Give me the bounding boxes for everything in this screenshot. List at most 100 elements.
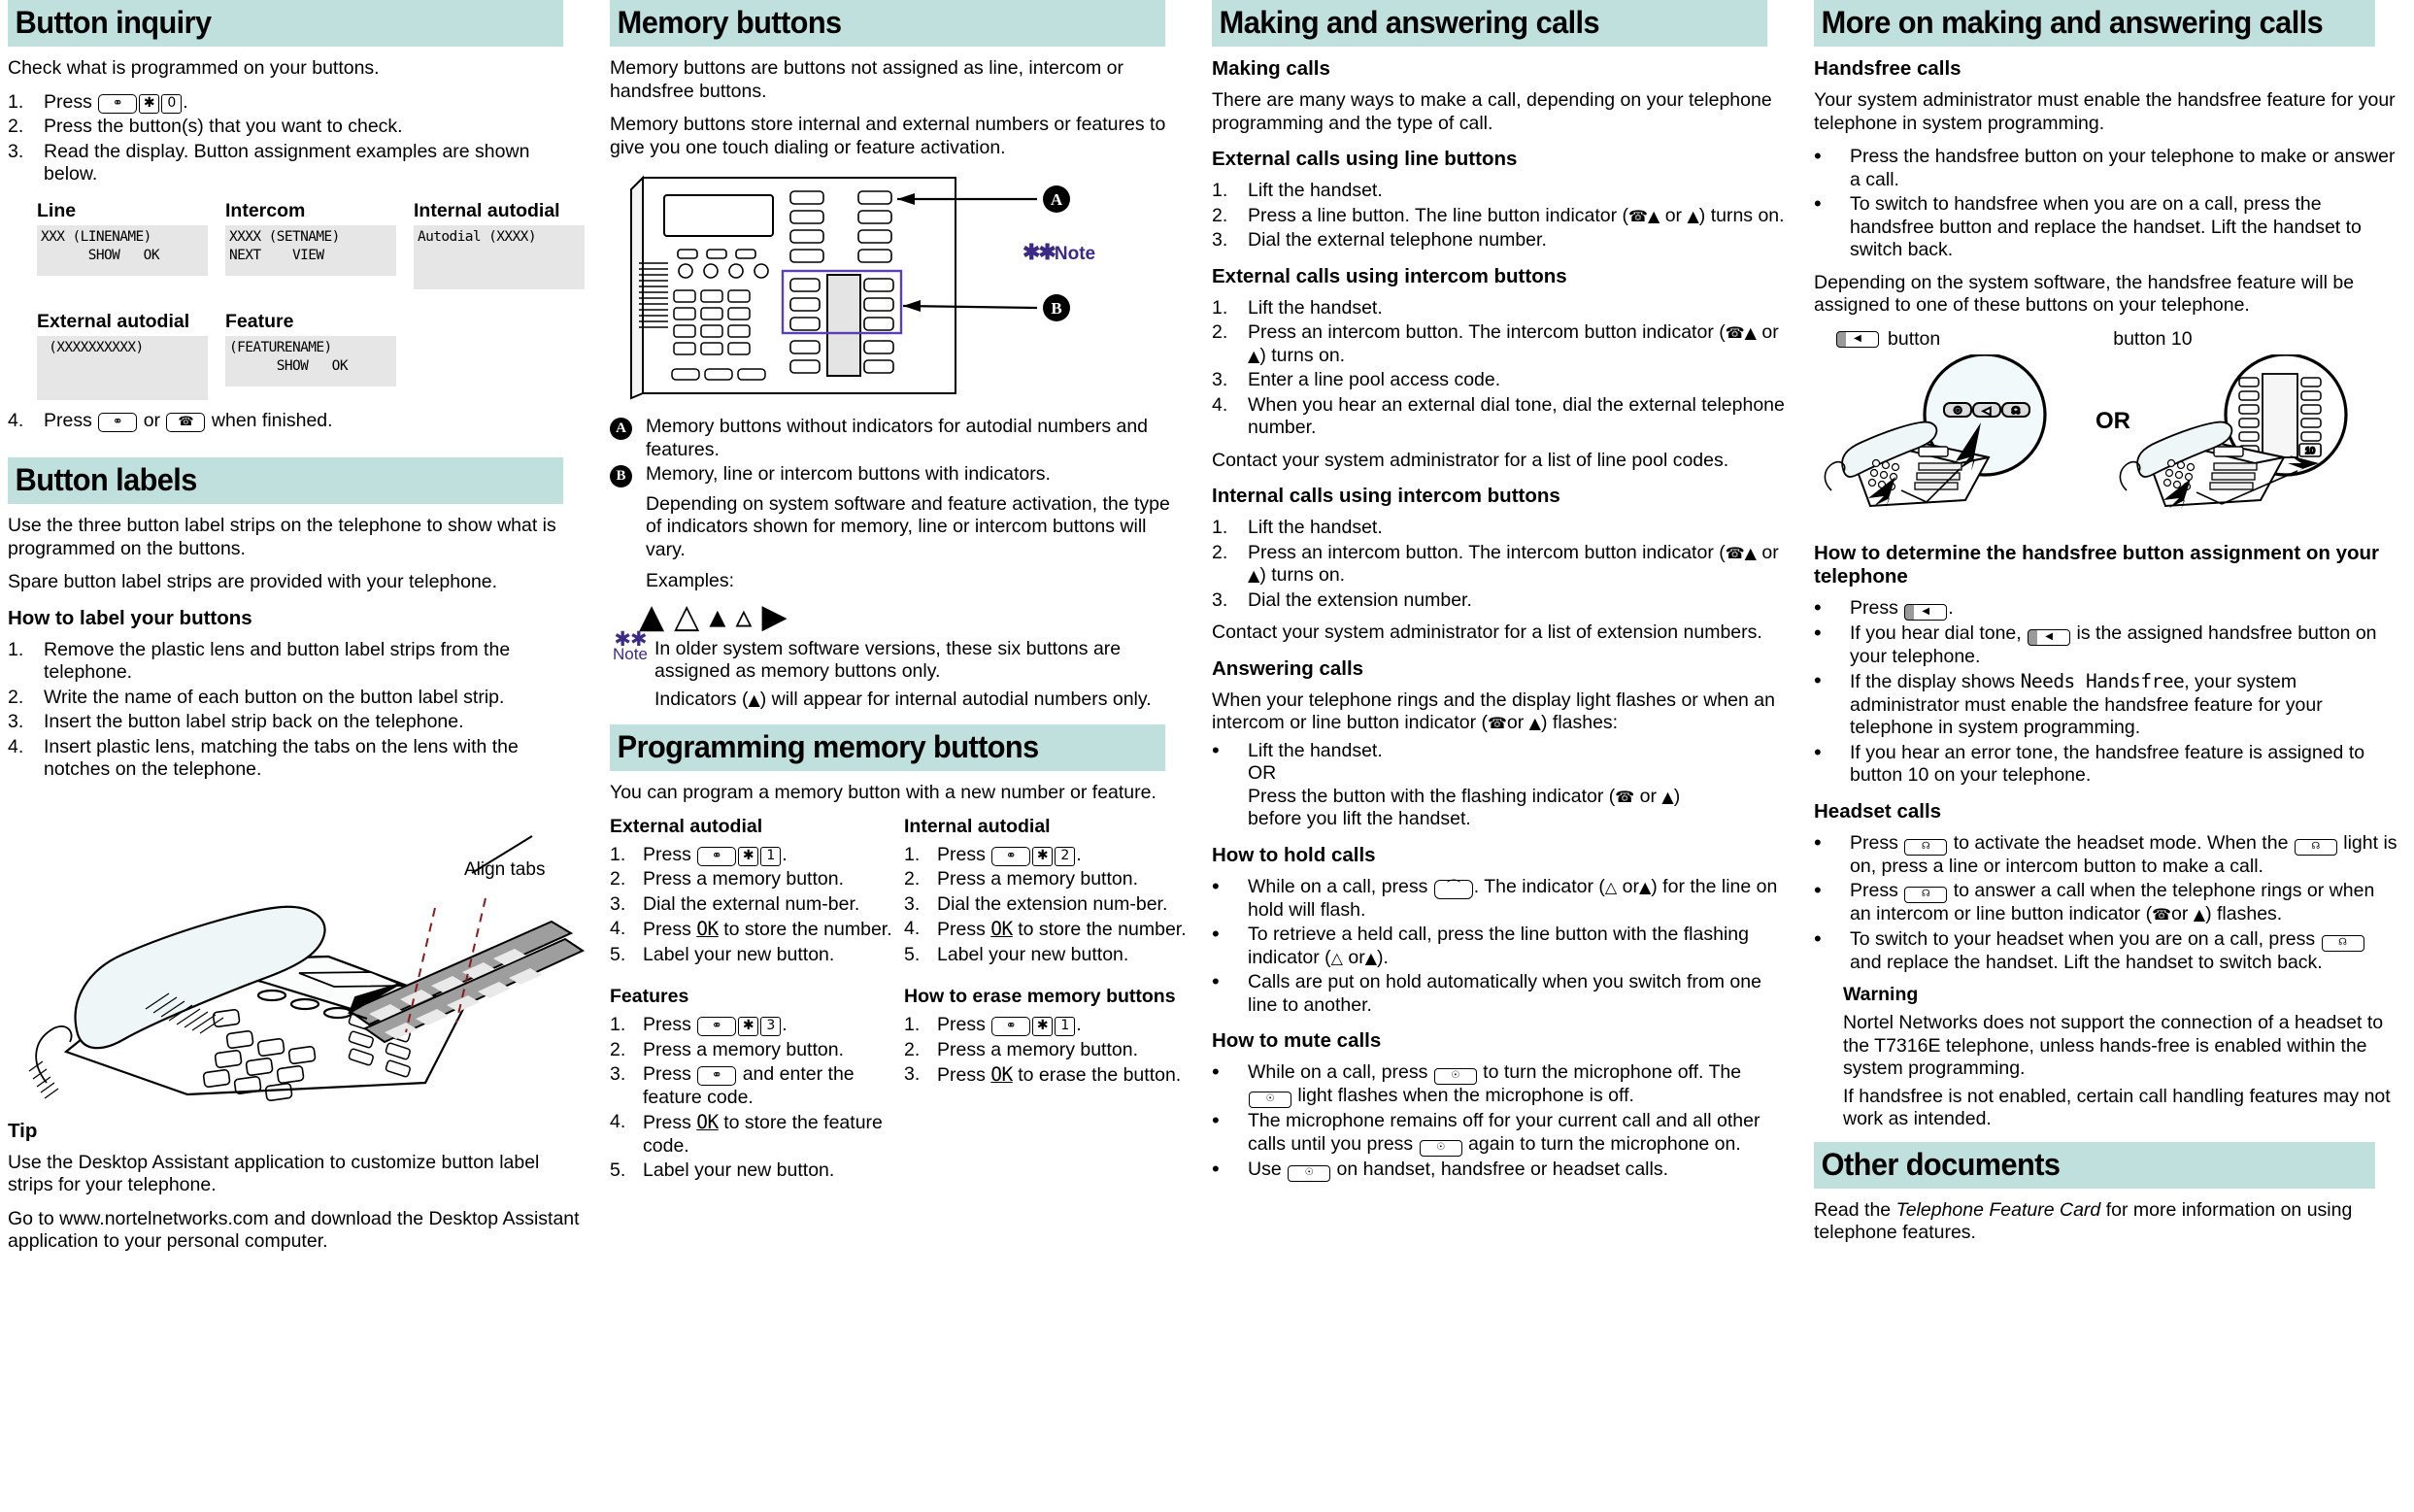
display-text-needs-handsfree: Needs Handsfree	[2020, 670, 2185, 692]
list-item: 1. Remove the plastic lens and button lab…	[8, 639, 587, 685]
section-heading-programming-memory-buttons: Programming memory buttons	[610, 724, 1166, 771]
star-key-icon: ✱	[1032, 1017, 1054, 1036]
indicator-hold-icon: △	[674, 596, 710, 636]
list-item: 3. Read the display. Button assignment e…	[8, 141, 587, 186]
step-tail: ) turns on.	[1259, 564, 1346, 586]
list-item: 2. Press an intercom button. The intercom…	[1212, 321, 1791, 367]
indicator-ring-icon: ☎	[2152, 905, 2172, 924]
indicator-ring-icon: ▴	[709, 596, 736, 636]
list-item: 3. Press OK to erase the button.	[904, 1063, 1189, 1088]
list-item: 1. Lift the handset.	[1212, 180, 1791, 203]
display-examples: Line XXX (LINENAME) SHOW OK Intercom XXX…	[37, 196, 587, 400]
step-text: Lift the handset.	[1248, 296, 1383, 319]
display-example-line: Line XXX (LINENAME) SHOW OK	[37, 196, 208, 289]
erase-memory-block: How to erase memory buttons 1. Press ⚭ ✱ 1.…	[904, 986, 1189, 1193]
bullet-icon: •	[1212, 1156, 1220, 1181]
display-example-intercom: Intercom XXXX (SETNAME) NEXT VIEW	[225, 196, 396, 289]
lcd-line2: SHOW OK	[41, 247, 160, 263]
answering-calls-bullets: • Lift the handset. OR Press the button …	[1212, 739, 1791, 831]
list-marker: 3.	[610, 1063, 626, 1085]
step-text: Press	[937, 1014, 986, 1035]
bullet-line2: OR	[1248, 762, 1277, 784]
step-text: Remove the plastic lens and button label…	[44, 638, 511, 684]
bullet-mid: . The indicator (	[1473, 875, 1605, 897]
indicator-ring-icon: ☎	[1615, 787, 1635, 806]
step-mid: or	[1660, 204, 1688, 226]
star-key-icon: ✱	[738, 1017, 759, 1036]
button-labels-p1: Use the three button label strips on the…	[8, 515, 556, 559]
note-text1: In older system software versions, these…	[654, 637, 1122, 683]
indicator-flash-icon: ▵	[735, 596, 762, 636]
list-item: 3. Enter a line pool access code.	[1212, 369, 1791, 392]
button-inquiry-step4: 4. Press ⚭ or ☎ when finished.	[8, 410, 587, 433]
indicator-ring-icon: ☎▲	[1725, 543, 1757, 562]
list-marker: 2.	[1212, 541, 1228, 563]
bullet-icon: •	[1814, 829, 1822, 855]
feature-key-icon: ⚭	[98, 93, 138, 114]
mute-key-icon: ☉	[1288, 1164, 1331, 1182]
bullet-post: again to turn the microphone on.	[1468, 1132, 1741, 1155]
step-text: Press a memory button.	[643, 868, 844, 890]
bullet-icon: •	[1814, 144, 1822, 168]
step-text: Press a memory button.	[643, 1038, 844, 1060]
ok-softkey: OK	[696, 918, 719, 940]
note-stars-icon: ✱✱	[1023, 240, 1056, 264]
erase-memory-heading: How to erase memory buttons	[904, 986, 1176, 1007]
feature-key-icon: ⚭	[991, 846, 1031, 866]
feature-key-icon: ⚭	[991, 1017, 1031, 1036]
step-text: Press a memory button.	[937, 868, 1138, 890]
bullet-icon: •	[1814, 878, 1822, 902]
answering-post: ) flashes:	[1540, 712, 1619, 733]
indicator-solid-icon: ▲	[1638, 877, 1652, 896]
examples-label: Examples:	[646, 570, 735, 591]
callout-b-text: Memory, line or intercom buttons with in…	[646, 463, 1051, 485]
indicator-hold-icon: △	[1604, 877, 1618, 896]
list-item: 3. Dial the external num-ber.	[610, 893, 894, 917]
list-item: 1. Press ⚭ ✱ 0.	[8, 91, 587, 115]
list-marker: 4.	[8, 409, 24, 431]
bullet-icon: •	[1212, 922, 1220, 946]
list-marker: 1.	[904, 843, 921, 865]
answering-calls-p: When your telephone rings and the displa…	[1212, 689, 1791, 735]
step-text: Dial the extension num-ber.	[937, 892, 1168, 915]
bullet-pre: Press	[1850, 880, 1898, 901]
list-item: 1. Lift the handset.	[1212, 517, 1791, 540]
bullet-pre: Use	[1248, 1158, 1282, 1180]
list-item: 2. Press a memory button.	[904, 1039, 1189, 1062]
step-mid: or	[143, 409, 161, 431]
step-mid: or	[1756, 321, 1779, 343]
memory-buttons-p2: Memory buttons store internal and extern…	[610, 114, 1166, 158]
memory-buttons-diagram: A B ✱✱Note	[610, 170, 1189, 408]
list-item: • Press ☊ to answer a call when the tele…	[1814, 880, 2398, 926]
headset-key-icon: ☊	[1904, 838, 1948, 856]
bullet-post: ) flashes.	[2205, 903, 2283, 924]
zero-key-icon: 0	[161, 93, 183, 114]
list-item: • While on a call, press ☉ to turn the m…	[1212, 1061, 1791, 1108]
determine-handsfree-bullets: • Press ◀. • If you hear dial tone, ◀ is…	[1814, 596, 2398, 788]
step-text: Press	[643, 919, 691, 940]
warning-heading: Warning	[1843, 984, 1919, 1005]
list-item: 2. Write the name of each button on the b…	[8, 687, 587, 710]
bullet-icon: •	[1212, 1108, 1220, 1132]
memory-note: ✱✱ Note In older system software version…	[610, 629, 1189, 712]
internal-autodial-steps: 1. Press ⚭ ✱ 2. 2. Press a memory button. 3.…	[904, 844, 1189, 967]
list-marker: 2.	[904, 868, 921, 890]
indicator-solid-icon: ▲	[2193, 905, 2206, 924]
indicator-solid-icon: ▲	[1364, 948, 1378, 967]
headset-calls-bullets: • Press ☊ to activate the headset mode. …	[1814, 829, 2398, 975]
callout-b-badge: B	[610, 465, 632, 487]
bullet-text: Calls are put on hold automatically when…	[1248, 971, 1761, 1016]
indicator-hold-icon: △	[1330, 948, 1343, 967]
tip-heading: Tip	[8, 1119, 38, 1142]
bullet-pre: If you hear dial tone,	[1850, 622, 2022, 644]
warning-block: Warning Nortel Networks does not support…	[1843, 984, 2398, 1131]
button-10-number: 10	[2305, 446, 2315, 455]
step-text: Press	[44, 90, 92, 113]
list-item: 3. Dial the external telephone number.	[1212, 229, 1791, 252]
bullet-line3-pre: Press the button with the flashing indic…	[1248, 785, 1616, 807]
list-item: 4. Press OK to store the feature code.	[610, 1111, 894, 1158]
handsfree-button-labels-row: ◀ button button 10	[1814, 328, 2398, 351]
step-text: Label your new button.	[937, 943, 1129, 965]
list-marker: 1.	[1212, 296, 1228, 319]
list-item: 1. Press ⚭ ✱ 3.	[610, 1014, 788, 1036]
